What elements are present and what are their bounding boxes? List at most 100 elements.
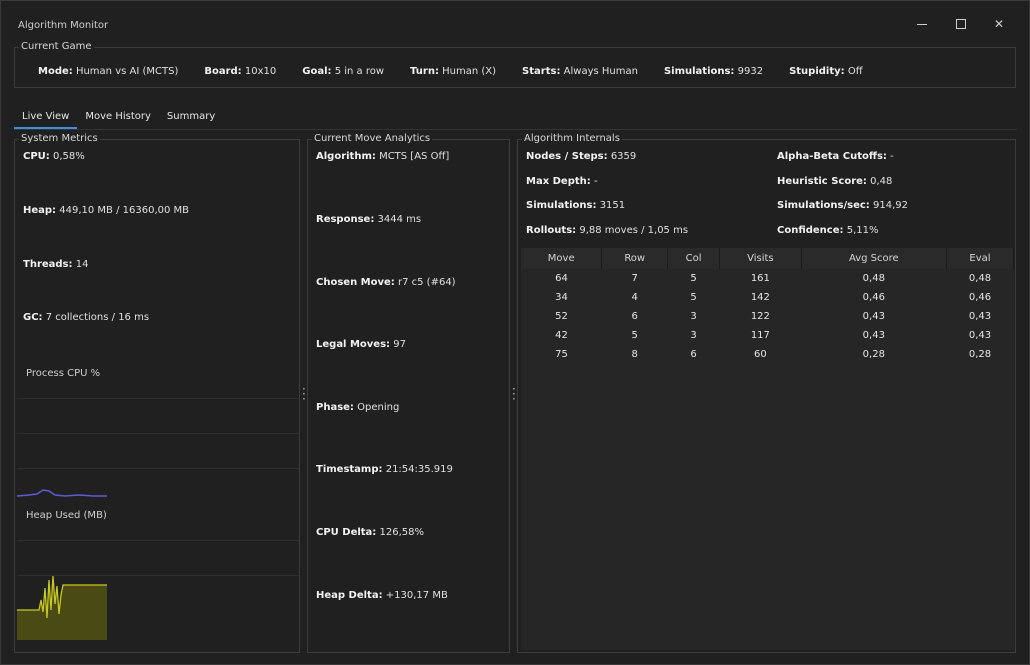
cell-avg-score: 0,43 <box>862 311 885 322</box>
cell-row: 8 <box>631 349 638 360</box>
internals-confidence: Confidence: 5,11% <box>777 225 879 236</box>
heap-used-chart-label: Heap Used (MB) <box>26 510 107 521</box>
current-game-label: Current Game <box>19 41 94 52</box>
tab-move-history[interactable]: Move History <box>77 109 159 129</box>
tab-summary[interactable]: Summary <box>159 109 223 129</box>
cell-visits: 142 <box>750 292 770 303</box>
close-button[interactable]: ✕ <box>986 13 1012 35</box>
current-game-group: Current Game Mode: Human vs AI (MCTS) Bo… <box>14 41 1016 88</box>
table-row[interactable]: 64 7 5 161 0,48 0,48 <box>521 269 1014 288</box>
cell-avg-score: 0,48 <box>862 273 885 284</box>
cell-move: 42 <box>555 330 568 341</box>
analytics-chosen-move: Chosen Move: r7 c5 (#64) <box>316 277 456 288</box>
table-row[interactable]: 75 8 6 60 0,28 0,28 <box>521 345 1014 364</box>
internals-simulations: Simulations: 3151 <box>526 200 626 211</box>
cell-visits: 60 <box>754 349 767 360</box>
cell-eval: 0,28 <box>968 349 992 360</box>
move-analytics-label: Current Move Analytics <box>312 133 433 144</box>
cpu-chart-gridline <box>17 433 299 434</box>
process-cpu-chart-label: Process CPU % <box>26 368 101 379</box>
heap-chart-gridline <box>17 540 299 541</box>
process-cpu-sparkline <box>17 489 107 497</box>
heap-metric: Heap: 449,10 MB / 16360,00 MB <box>23 205 190 216</box>
cell-col: 5 <box>690 292 697 303</box>
tab-live-view[interactable]: Live View <box>14 109 78 129</box>
table-row[interactable]: 42 5 3 117 0,43 0,43 <box>521 326 1014 345</box>
table-row[interactable]: 52 6 3 122 0,43 0,43 <box>521 307 1014 326</box>
system-metrics-label: System Metrics <box>19 133 100 144</box>
analytics-heap-delta: Heap Delta: +130,17 MB <box>316 590 448 601</box>
game-starts: Starts: Always Human <box>522 66 638 77</box>
cell-eval: 0,48 <box>968 273 992 284</box>
tab-divider <box>14 129 1017 130</box>
cell-avg-score: 0,46 <box>862 292 885 303</box>
column-header-row[interactable]: Row <box>601 248 669 269</box>
maximize-icon <box>956 19 966 29</box>
cell-eval: 0,46 <box>968 292 992 303</box>
system-metrics-group: System Metrics CPU: 0,58% Heap: 449,10 M… <box>14 133 300 653</box>
maximize-button[interactable] <box>948 13 974 35</box>
title-bar: Algorithm Monitor ✕ <box>1 1 1029 37</box>
analytics-legal-moves: Legal Moves: 97 <box>316 339 406 350</box>
cell-visits: 122 <box>750 311 770 322</box>
cell-col: 6 <box>690 349 697 360</box>
column-header-col[interactable]: Col <box>667 248 721 269</box>
cell-row: 5 <box>631 330 638 341</box>
minimize-button[interactable] <box>909 13 935 35</box>
tab-bar: Live View Move History Summary <box>14 109 223 129</box>
cpu-chart-gridline <box>17 398 299 399</box>
cell-eval: 0,43 <box>968 311 992 322</box>
cell-visits: 117 <box>750 330 770 341</box>
game-stupidity: Stupidity: Off <box>789 66 863 77</box>
internals-heuristic: Heuristic Score: 0,48 <box>777 176 893 187</box>
close-icon: ✕ <box>993 17 1005 31</box>
game-simulations: Simulations: 9932 <box>663 66 764 77</box>
column-header-move[interactable]: Move <box>521 248 603 269</box>
analytics-algorithm: Algorithm: MCTS [AS Off] <box>316 151 450 162</box>
column-header-eval[interactable]: Eval <box>946 248 1014 269</box>
cell-row: 7 <box>631 273 638 284</box>
algorithm-internals-label: Algorithm Internals <box>522 133 622 144</box>
moves-table: Move Row Col Visits Avg Score Eval 64 7 … <box>521 248 1014 364</box>
splitter-handle-right[interactable]: · · · <box>512 383 516 405</box>
splitter-handle-left[interactable]: · · · <box>302 383 306 405</box>
game-mode: Mode: Human vs AI (MCTS) <box>38 66 179 77</box>
game-board: Board: 10x10 <box>204 66 277 77</box>
moves-table-header: Move Row Col Visits Avg Score Eval <box>521 248 1014 269</box>
minimize-icon <box>917 23 927 25</box>
gc-metric: GC: 7 collections / 16 ms <box>23 312 150 323</box>
cpu-chart-gridline <box>17 468 299 469</box>
cell-eval: 0,43 <box>968 330 992 341</box>
analytics-timestamp: Timestamp: 21:54:35.919 <box>316 464 453 475</box>
analytics-cpu-delta: CPU Delta: 126,58% <box>316 527 424 538</box>
cell-avg-score: 0,28 <box>862 349 885 360</box>
move-analytics-group: Current Move Analytics Algorithm: MCTS [… <box>307 133 510 653</box>
cpu-metric: CPU: 0,58% <box>23 151 85 162</box>
cell-move: 64 <box>555 273 568 284</box>
threads-metric: Threads: 14 <box>23 259 89 270</box>
heap-used-sparkline <box>17 575 107 640</box>
column-header-avg-score[interactable]: Avg Score <box>801 248 948 269</box>
internals-sims-per-sec: Simulations/sec: 914,92 <box>777 200 908 211</box>
cell-move: 75 <box>555 349 568 360</box>
cell-row: 6 <box>631 311 638 322</box>
game-turn: Turn: Human (X) <box>410 66 497 77</box>
cell-avg-score: 0,43 <box>862 330 885 341</box>
cell-row: 4 <box>631 292 638 303</box>
cell-move: 52 <box>555 311 568 322</box>
app-window: Algorithm Monitor ✕ Current Game Mode: H… <box>0 0 1030 665</box>
current-game-row: Mode: Human vs AI (MCTS) Board: 10x10 Go… <box>38 66 889 77</box>
algorithm-internals-group: Algorithm Internals Nodes / Steps: 6359 … <box>517 133 1016 653</box>
window-title: Algorithm Monitor <box>18 20 109 31</box>
internals-max-depth: Max Depth: - <box>526 176 598 187</box>
column-header-visits[interactable]: Visits <box>719 248 802 269</box>
cell-col: 3 <box>690 311 697 322</box>
analytics-response: Response: 3444 ms <box>316 214 422 225</box>
game-goal: Goal: 5 in a row <box>302 66 385 77</box>
internals-rollouts: Rollouts: 9,88 moves / 1,05 ms <box>526 225 689 236</box>
cell-move: 34 <box>555 292 568 303</box>
cell-visits: 161 <box>750 273 770 284</box>
internals-alpha-beta: Alpha-Beta Cutoffs: - <box>777 151 894 162</box>
table-row[interactable]: 34 4 5 142 0,46 0,46 <box>521 288 1014 307</box>
analytics-phase: Phase: Opening <box>316 402 400 413</box>
